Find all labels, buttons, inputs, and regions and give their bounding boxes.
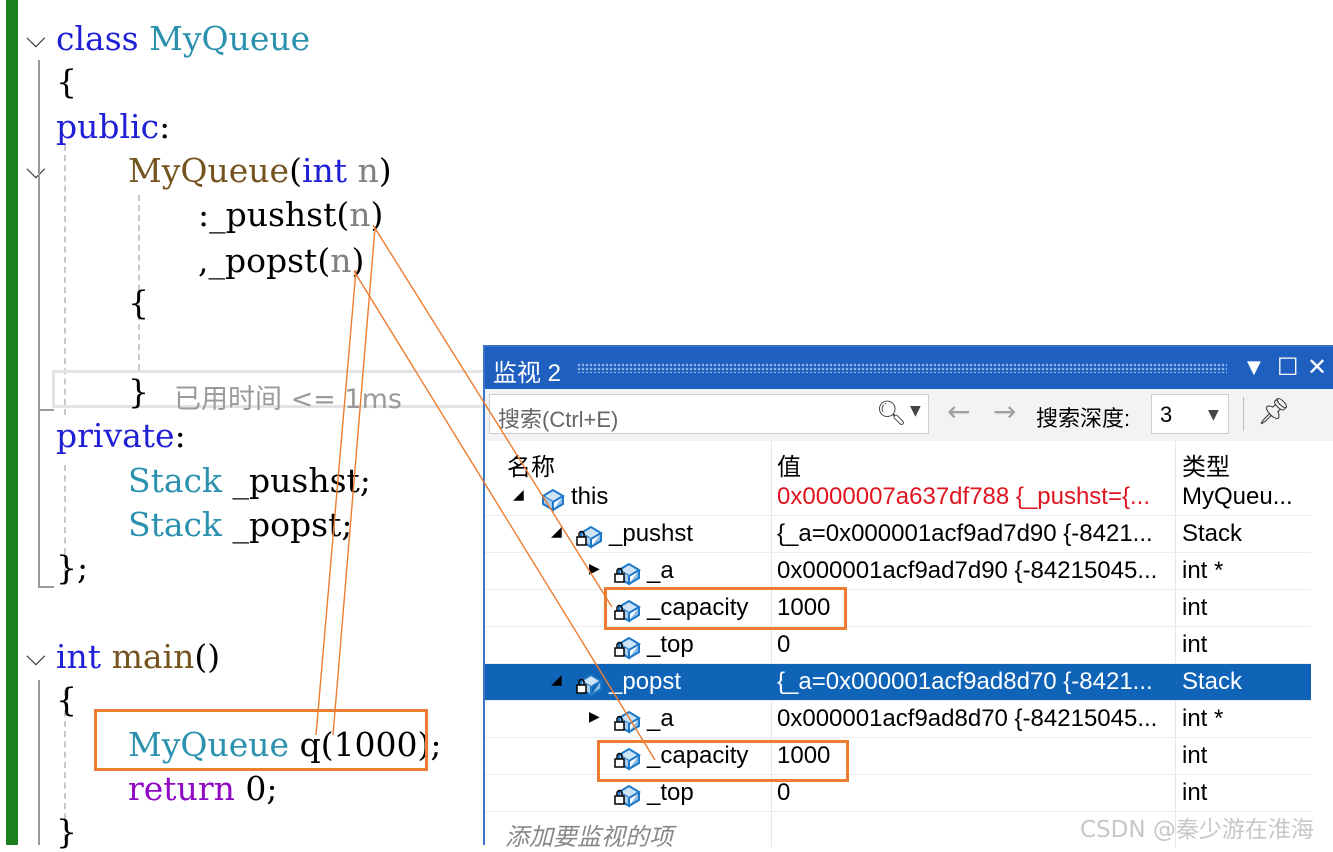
watch-row-name: _top (647, 779, 694, 806)
add-watch-item[interactable]: 添加要监视的项 (505, 817, 673, 852)
watch-row[interactable]: _top 0 int (485, 627, 1311, 664)
search-forward-icon[interactable]: → (993, 395, 1016, 428)
watch-row-name: _top (647, 631, 694, 658)
collapse-arrow-icon[interactable]: ◢ (551, 672, 562, 688)
watch-row-type: int * (1182, 705, 1224, 732)
annotation-box-popst-capacity (597, 740, 849, 782)
watch-row[interactable]: ▶ _a 0x000001acf9ad8d70 {-84215045... int * (485, 701, 1311, 738)
watch-row-value[interactable]: 0x000001acf9ad8d70 {-84215045... (777, 705, 1171, 733)
chevron-down-icon[interactable]: ▼ (910, 403, 921, 419)
watermark: CSDN @秦少游在淮海 (1080, 817, 1314, 843)
watch-row-value[interactable]: {_a=0x000001acf9ad8d70 {-8421... (777, 668, 1171, 696)
annotation-box-declaration (94, 709, 428, 771)
code-line: Stack _pushst; (128, 461, 371, 500)
fold-guide-end (38, 586, 54, 588)
elapsed-time-hint: 已用时间 <= 1ms (174, 384, 402, 415)
drag-grip[interactable] (577, 363, 1227, 373)
collapse-arrow-icon[interactable]: ◢ (513, 487, 524, 503)
private-member-icon (614, 636, 641, 660)
watch-row-name: _popst (609, 668, 682, 695)
fold-guide (38, 410, 40, 588)
code-line: Stack _popst; (128, 505, 353, 544)
column-value-header[interactable]: 值 (777, 447, 801, 482)
code-line: { (56, 62, 77, 101)
watch-row[interactable]: ◢ _pushst {_a=0x000001acf9ad7d90 {-8421...… (485, 516, 1311, 553)
watch-row-type: int (1182, 631, 1208, 658)
code-line: :_pushst(n) (198, 195, 384, 234)
watch-row-name: _a (647, 557, 674, 584)
expand-arrow-icon[interactable]: ▶ (589, 709, 600, 725)
private-member-icon (614, 784, 641, 808)
code-line: { (128, 283, 149, 322)
watch-title: 监视 2 (493, 360, 562, 387)
watch-row[interactable]: ▶ _a 0x000001acf9ad7d90 {-84215045... int * (485, 553, 1311, 590)
private-member-icon (576, 673, 603, 697)
watch-row-type: int * (1182, 557, 1224, 584)
column-name-header[interactable]: 名称 (507, 447, 555, 482)
close-icon[interactable]: ✕ (1307, 353, 1327, 381)
code-line: int main() (56, 637, 221, 676)
maximize-icon[interactable]: ☐ (1277, 353, 1299, 381)
private-member-icon (576, 525, 603, 549)
column-type-header[interactable]: 类型 (1182, 447, 1230, 482)
object-icon (541, 488, 565, 512)
private-member-icon (614, 710, 641, 734)
search-input[interactable]: 搜索(Ctrl+E) 🔍︎ ▼ (489, 394, 929, 434)
code-line: return 0; (128, 769, 278, 808)
window-menu-icon[interactable]: ▼ (1247, 357, 1261, 378)
watch-row-type: int (1182, 594, 1208, 621)
watch-row-value[interactable]: 0x000001acf9ad7d90 {-84215045... (777, 557, 1171, 585)
watch-row-value[interactable]: 0x0000007a637df788 {_pushst={... (777, 483, 1171, 511)
watch-column-header: 名称 值 类型 (485, 441, 1333, 482)
private-member-icon (614, 562, 641, 586)
watch-row-value[interactable]: 0 (777, 631, 1171, 659)
search-back-icon[interactable]: ← (947, 395, 970, 428)
watch-row-type: Stack (1182, 520, 1243, 547)
code-line: } (128, 372, 149, 411)
fold-guide (38, 60, 40, 410)
fold-chevron-icon[interactable]: ⌵ (26, 24, 46, 54)
watch-row[interactable]: ◢ _popst {_a=0x000001acf9ad8d70 {-8421... S… (485, 664, 1311, 701)
code-line: } (56, 812, 77, 851)
code-line: ,_popst(n) (198, 241, 365, 280)
search-depth-select[interactable]: 3 ▼ (1151, 394, 1229, 434)
watch-toolbar: 搜索(Ctrl+E) 🔍︎ ▼ ← → 搜索深度: 3 ▼ 📌︎ (485, 389, 1333, 441)
watch-row-name: this (571, 483, 609, 510)
watch-row-name: _pushst (609, 520, 694, 547)
code-line: { (56, 680, 77, 719)
watch-titlebar[interactable]: 监视 2 ▼ ☐ ✕ (485, 347, 1333, 389)
watch-row-type: int (1182, 779, 1208, 806)
code-line: MyQueue(int n) (128, 151, 392, 190)
code-line: public: (56, 107, 171, 146)
watch-row-value[interactable]: {_a=0x000001acf9ad7d90 {-8421... (777, 520, 1171, 548)
watch-row[interactable]: ◢ this 0x0000007a637df788 {_pushst={... MyQ… (485, 479, 1311, 516)
watch-row-type: Stack (1182, 668, 1243, 695)
fold-guide (38, 680, 40, 845)
watch-row-type: MyQueu... (1182, 483, 1293, 510)
collapse-arrow-icon[interactable]: ◢ (551, 524, 562, 540)
code-line: class MyQueue (56, 19, 311, 58)
watch-row-name: _a (647, 705, 674, 732)
code-line: }; (56, 548, 89, 587)
pin-icon[interactable]: 📌︎ (1257, 397, 1290, 427)
search-depth-label: 搜索深度: (1036, 406, 1131, 431)
code-line: private: (56, 416, 186, 455)
annotation-box-pushst-capacity (604, 587, 847, 630)
watch-row-value[interactable]: 0 (777, 779, 1171, 807)
search-icon[interactable]: 🔍︎ (876, 399, 906, 427)
fold-chevron-icon[interactable]: ⌵ (26, 642, 46, 672)
watch-row-type: int (1182, 742, 1208, 769)
chevron-down-icon: ▼ (1208, 407, 1219, 423)
fold-chevron-icon[interactable]: ⌵ (26, 155, 46, 185)
fold-guide-end (38, 409, 54, 411)
expand-arrow-icon[interactable]: ▶ (589, 561, 600, 577)
toolbar-separator (1243, 397, 1244, 431)
